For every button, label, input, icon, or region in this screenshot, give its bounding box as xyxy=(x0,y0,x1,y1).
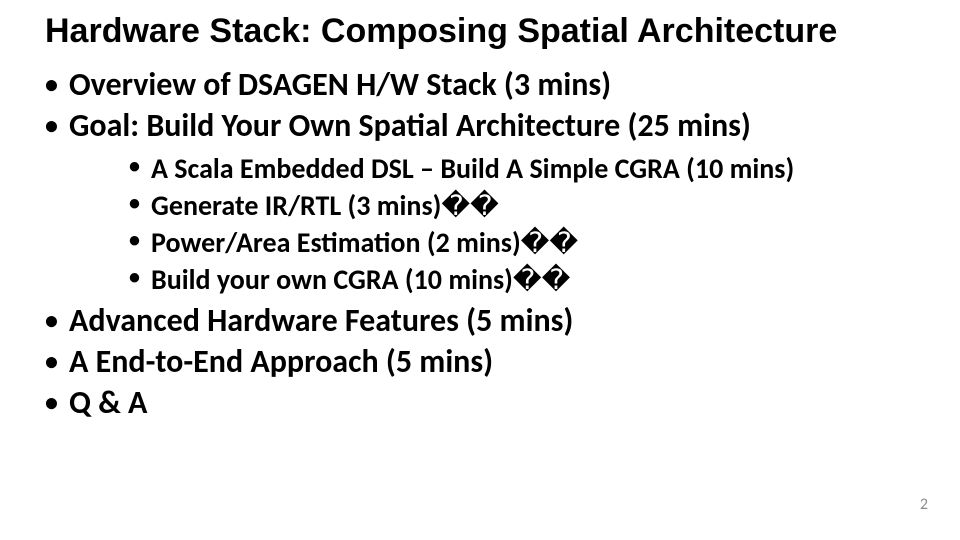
bullet-text: Q & A xyxy=(69,383,147,422)
sub-bullet-dsl: A Scala Embedded DSL – Build A Simple CG… xyxy=(129,151,960,188)
suffix-glyphs: �� xyxy=(441,190,498,221)
bullet-qa: Q & A xyxy=(45,383,960,424)
bullet-text: Advanced Hardware Features (5 mins) xyxy=(69,301,573,340)
bullet-text: A End-to-End Approach (5 mins) xyxy=(69,342,493,381)
bullet-overview: Overview of DSAGEN H/W Stack (3 mins) xyxy=(45,65,960,106)
sub-bullet-text: Power/Area Estimation (2 mins) xyxy=(151,225,521,260)
bullet-advanced: Advanced Hardware Features (5 mins) xyxy=(45,301,960,342)
outline-list: Overview of DSAGEN H/W Stack (3 mins) Go… xyxy=(0,65,960,424)
bullet-text: Goal: Build Your Own Spatial Architectur… xyxy=(69,106,751,145)
sub-list: A Scala Embedded DSL – Build A Simple CG… xyxy=(69,147,960,301)
suffix-glyphs: �� xyxy=(521,227,578,258)
suffix-glyphs: �� xyxy=(513,264,570,295)
sub-bullet-text: A Scala Embedded DSL – Build A Simple CG… xyxy=(151,151,794,186)
sub-bullet-ir-rtl: Generate IR/RTL (3 mins)�� xyxy=(129,188,960,225)
slide-title: Hardware Stack: Composing Spatial Archit… xyxy=(0,12,960,65)
sub-bullet-text: Generate IR/RTL (3 mins) xyxy=(151,188,441,223)
slide: Hardware Stack: Composing Spatial Archit… xyxy=(0,0,960,540)
sub-bullet-text: Build your own CGRA (10 mins) xyxy=(151,262,513,297)
sub-bullet-build-cgra: Build your own CGRA (10 mins)�� xyxy=(129,262,960,299)
bullet-end-to-end: A End-to-End Approach (5 mins) xyxy=(45,342,960,383)
page-number: 2 xyxy=(920,495,928,514)
bullet-goal: Goal: Build Your Own Spatial Architectur… xyxy=(45,106,960,301)
sub-bullet-power-area: Power/Area Estimation (2 mins)�� xyxy=(129,225,960,262)
bullet-text: Overview of DSAGEN H/W Stack (3 mins) xyxy=(69,65,611,104)
